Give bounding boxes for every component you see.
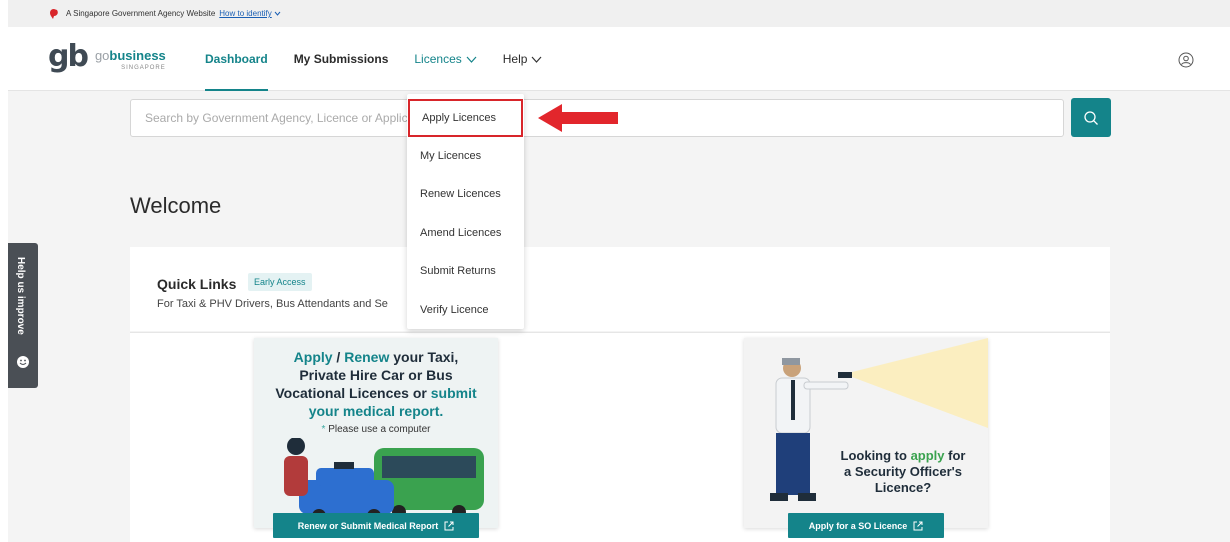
main-content: Welcome Quick Links Early Access For Tax…	[8, 91, 1230, 542]
early-access-badge: Early Access	[248, 273, 312, 291]
chevron-down-icon	[274, 11, 281, 16]
renew-medical-report-button[interactable]: Renew or Submit Medical Report	[273, 513, 479, 538]
help-us-improve-label: Help us improve	[15, 257, 26, 335]
nav-my-submissions[interactable]: My Submissions	[294, 27, 389, 91]
submit-returns-label: Submit Returns	[420, 265, 496, 277]
nav-help[interactable]: Help	[503, 27, 543, 91]
logo-business: business	[109, 48, 166, 63]
taxi-promo-card: Apply / Renew your Taxi, Private Hire Ca…	[254, 338, 498, 528]
help-us-improve-tab[interactable]: Help us improve	[8, 243, 38, 388]
menu-item-amend-licences[interactable]: Amend Licences	[407, 214, 524, 252]
user-account-icon[interactable]	[1178, 52, 1194, 68]
gobusiness-logo[interactable]: gb gobusiness SINGAPORE	[48, 42, 166, 72]
nav-licences[interactable]: Licences	[414, 27, 477, 91]
search-icon	[1084, 110, 1098, 125]
quick-links-card: Quick Links Early Access For Taxi & PHV …	[130, 247, 1110, 331]
nav-licences-label: Licences	[414, 52, 462, 66]
smiley-icon	[17, 356, 29, 368]
so-line1a: Looking to	[840, 448, 911, 463]
taxi-apply-word: Apply	[293, 349, 333, 365]
security-officer-promo-card: Looking to apply for a Security Officer'…	[744, 338, 988, 528]
nav-my-submissions-label: My Submissions	[293, 52, 389, 66]
chevron-down-icon	[466, 56, 477, 63]
taxi-line3: Vocational Licences or	[275, 385, 427, 401]
site-header: gb gobusiness SINGAPORE Dashboard My Sub…	[8, 27, 1230, 91]
taxi-promo-headline: Apply / Renew your Taxi, Private Hire Ca…	[254, 348, 498, 420]
quick-links-title: Quick Links	[157, 276, 237, 292]
amend-licences-label: Amend Licences	[420, 227, 502, 239]
how-to-identify-link[interactable]: How to identify	[219, 9, 271, 18]
menu-item-submit-returns[interactable]: Submit Returns	[407, 252, 524, 290]
promo-cards-row: Apply / Renew your Taxi, Private Hire Ca…	[130, 332, 1110, 542]
external-link-icon	[444, 521, 454, 530]
so-line3: Licence?	[874, 480, 932, 495]
so-line1b: for	[944, 448, 966, 463]
logo-mark: gb	[48, 42, 89, 72]
nav-dashboard-label: Dashboard	[205, 52, 268, 66]
page-title: Welcome	[130, 193, 222, 218]
verify-licence-label: Verify Licence	[420, 304, 489, 316]
so-promo-headline: Looking to apply for a Security Officer'…	[828, 448, 978, 496]
main-nav: Dashboard My Submissions Licences Help	[205, 27, 568, 91]
menu-item-apply-licences[interactable]: Apply Licences	[408, 99, 523, 137]
licences-dropdown-menu: Apply Licences My Licences Renew Licence…	[407, 94, 524, 329]
renew-medical-button-label: Renew or Submit Medical Report	[297, 520, 439, 531]
left-strip	[0, 0, 8, 542]
taxi-line1-rest: your Taxi,	[389, 349, 459, 365]
singapore-lion-icon	[50, 8, 58, 19]
nav-help-label: Help	[502, 52, 528, 66]
my-licences-label: My Licences	[420, 150, 482, 162]
menu-item-renew-licences[interactable]: Renew Licences	[407, 175, 524, 213]
renew-licences-label: Renew Licences	[420, 188, 501, 200]
gov-banner-text: A Singapore Government Agency Website	[66, 9, 216, 18]
so-apply-word: apply	[910, 448, 945, 463]
logo-country: SINGAPORE	[121, 65, 166, 71]
taxi-line2: Private Hire Car or Bus	[299, 367, 453, 383]
taxi-line4: your medical report.	[308, 403, 444, 419]
apply-so-button-label: Apply for a SO Licence	[808, 520, 908, 531]
taxi-promo-note: * Please use a computer	[254, 424, 498, 435]
apply-licences-label: Apply Licences	[422, 112, 496, 124]
menu-item-verify-licence[interactable]: Verify Licence	[407, 291, 524, 329]
logo-go: go	[94, 48, 110, 63]
taxi-renew-word: Renew	[344, 349, 390, 365]
menu-item-my-licences[interactable]: My Licences	[407, 137, 524, 175]
logo-mark-text: gb	[48, 39, 89, 74]
red-arrow-annotation	[538, 104, 618, 132]
taxi-submit-word: submit	[430, 385, 477, 401]
so-line2: a Security Officer's	[844, 464, 962, 479]
search-button[interactable]	[1071, 98, 1111, 137]
apply-so-licence-button[interactable]: Apply for a SO Licence	[788, 513, 944, 538]
taxi-slash: /	[332, 349, 345, 365]
external-link-icon	[913, 521, 923, 530]
note-text: Please use a computer	[325, 424, 431, 435]
logo-wordmark: gobusiness SINGAPORE	[95, 48, 166, 71]
quick-links-subtitle: For Taxi & PHV Drivers, Bus Attendants a…	[157, 298, 388, 310]
chevron-down-icon	[531, 56, 542, 63]
page: A Singapore Government Agency Website Ho…	[0, 0, 1230, 542]
nav-dashboard[interactable]: Dashboard	[205, 27, 268, 91]
gov-banner: A Singapore Government Agency Website Ho…	[8, 0, 1230, 27]
